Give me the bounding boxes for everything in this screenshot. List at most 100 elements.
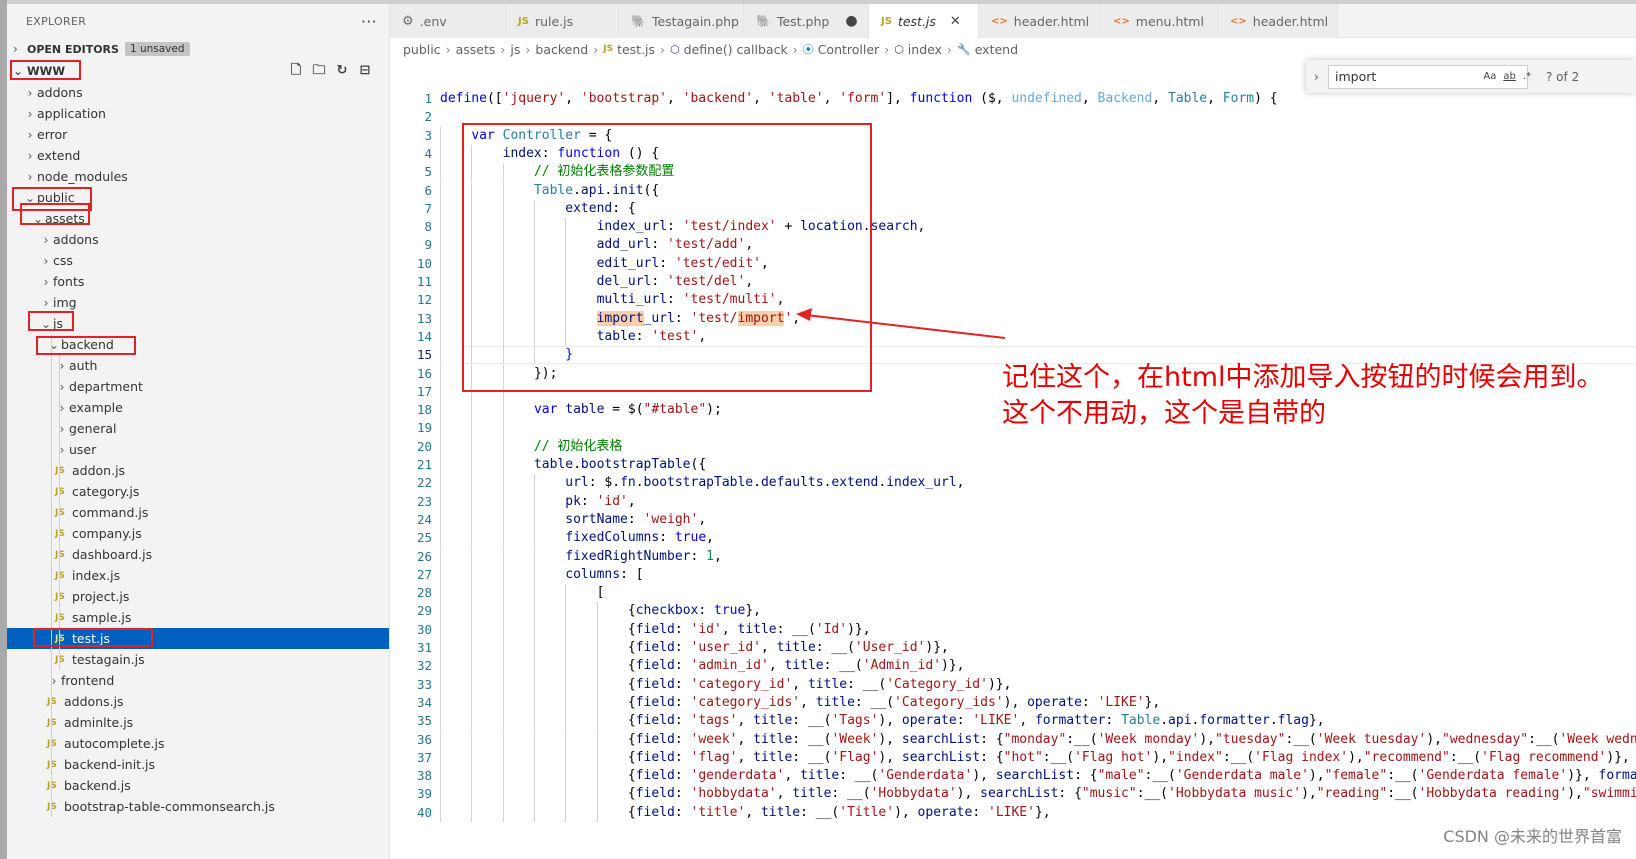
tree-folder[interactable]: › department bbox=[7, 376, 389, 397]
unsaved-dot-icon[interactable]: ● bbox=[845, 13, 857, 29]
code-line[interactable]: 31 {field: 'user_id', title: __('User_id'… bbox=[390, 639, 1636, 658]
tree-file[interactable]: JStest.js bbox=[7, 628, 389, 649]
editor-tab[interactable]: <> menu.html bbox=[1101, 4, 1218, 38]
code-line[interactable]: 2 bbox=[390, 108, 1636, 126]
code-line[interactable]: 12 multi_url: 'test/multi', bbox=[390, 291, 1636, 310]
tree-folder[interactable]: ⌄ backend bbox=[7, 334, 389, 355]
code-line[interactable]: 39 {field: 'hobbydata', title: __('Hobbyd… bbox=[390, 785, 1636, 804]
code-line[interactable]: 4 index: function () { bbox=[390, 144, 1636, 164]
tree-file[interactable]: JScommand.js bbox=[7, 502, 389, 523]
code-line[interactable]: 8 index_url: 'test/index' + location.sear… bbox=[390, 218, 1636, 237]
code-line[interactable]: 27 columns: [ bbox=[390, 565, 1636, 585]
tree-file[interactable]: JSbackend.js bbox=[7, 775, 389, 796]
tree-folder[interactable]: › fonts bbox=[7, 271, 389, 292]
code-line[interactable]: 25 fixedColumns: true, bbox=[390, 529, 1636, 548]
tree-folder[interactable]: › frontend bbox=[7, 670, 389, 691]
tree-file[interactable]: JSproject.js bbox=[7, 586, 389, 607]
breadcrumb-item[interactable]: test.js bbox=[617, 42, 655, 57]
tree-folder[interactable]: ⌄ assets bbox=[7, 208, 389, 229]
breadcrumb-item[interactable]: public bbox=[403, 42, 441, 57]
code-line[interactable]: 37 {field: 'flag', title: __('Flag'), sea… bbox=[390, 748, 1636, 768]
code-line[interactable]: 14 table: 'test', bbox=[390, 327, 1636, 347]
editor-tab[interactable]: 🐘 Testagain.php bbox=[619, 4, 744, 38]
find-input[interactable]: import Aa ab .* bbox=[1328, 64, 1531, 89]
tree-file[interactable]: JStestagain.js bbox=[7, 649, 389, 670]
tree-folder[interactable]: › application bbox=[7, 103, 389, 124]
tree-file[interactable]: JSaddons.js bbox=[7, 691, 389, 712]
code-line[interactable]: 3 var Controller = { bbox=[390, 126, 1636, 145]
tree-file[interactable]: JSsample.js bbox=[7, 607, 389, 628]
tree-folder[interactable]: › extend bbox=[7, 145, 389, 166]
editor-tab[interactable]: JS test.js ✕ bbox=[869, 4, 979, 38]
code-line[interactable]: 33 {field: 'category_id', title: __('Cate… bbox=[390, 675, 1636, 694]
code-line[interactable]: 13 import_url: 'test/import', bbox=[390, 309, 1636, 328]
editor-tab[interactable]: ⚙ .env bbox=[390, 4, 506, 38]
code-line[interactable]: 5 // 初始化表格参数配置 bbox=[390, 163, 1636, 182]
breadcrumb-item[interactable]: backend bbox=[535, 42, 588, 57]
tree-folder[interactable]: › node_modules bbox=[7, 166, 389, 187]
editor-tab[interactable]: <> header.html bbox=[979, 4, 1101, 38]
refresh-icon[interactable]: ↻ bbox=[334, 63, 350, 79]
code-line[interactable]: 7 extend: { bbox=[390, 199, 1636, 219]
breadcrumb-item[interactable]: index bbox=[908, 42, 942, 57]
tree-file[interactable]: JSadminlte.js bbox=[7, 712, 389, 733]
tree-folder[interactable]: › example bbox=[7, 397, 389, 418]
tree-folder[interactable]: › img bbox=[7, 292, 389, 313]
breadcrumb-item[interactable]: extend bbox=[975, 42, 1018, 57]
code-line[interactable]: 9 add_url: 'test/add', bbox=[390, 236, 1636, 255]
tree-folder[interactable]: ⌄ js bbox=[7, 313, 389, 334]
match-case-icon[interactable]: Aa bbox=[1483, 71, 1496, 82]
code-line[interactable]: 36 {field: 'week', title: __('Week'), sea… bbox=[390, 730, 1636, 749]
tree-file[interactable]: JSdashboard.js bbox=[7, 544, 389, 565]
code-line[interactable]: 38 {field: 'genderdata', title: __('Gende… bbox=[390, 767, 1636, 786]
tree-folder[interactable]: › error bbox=[7, 124, 389, 145]
editor-tab[interactable]: <> header.html bbox=[1218, 4, 1338, 38]
code-editor[interactable]: 1 define(['jquery', 'bootstrap', 'backend… bbox=[390, 88, 1636, 859]
match-whole-word-icon[interactable]: ab bbox=[1503, 71, 1515, 82]
code-line[interactable]: 10 edit_url: 'test/edit', bbox=[390, 254, 1636, 273]
code-line[interactable]: 23 pk: 'id', bbox=[390, 492, 1636, 511]
workspace-root[interactable]: ⌄ WWW 🗋 🗀 ↻ ⊟ bbox=[7, 60, 389, 82]
code-line[interactable]: 35 {field: 'tags', title: __('Tags'), ope… bbox=[390, 712, 1636, 731]
code-line[interactable]: 26 fixedRightNumber: 1, bbox=[390, 547, 1636, 566]
tree-folder[interactable]: › css bbox=[7, 250, 389, 271]
code-line[interactable]: 11 del_url: 'test/del', bbox=[390, 273, 1636, 292]
editor-tab[interactable]: 🐘 Test.php ● bbox=[744, 4, 869, 38]
code-line[interactable]: 20 // 初始化表格 bbox=[390, 437, 1636, 456]
close-tab-icon[interactable]: ✕ bbox=[950, 14, 961, 29]
code-line[interactable]: 21 table.bootstrapTable({ bbox=[390, 456, 1636, 475]
tree-file[interactable]: JScategory.js bbox=[7, 481, 389, 502]
code-line[interactable]: 24 sortName: 'weigh', bbox=[390, 510, 1636, 530]
tree-folder[interactable]: › user bbox=[7, 439, 389, 460]
tree-folder[interactable]: › general bbox=[7, 418, 389, 439]
tree-folder[interactable]: ⌄ public bbox=[7, 187, 389, 208]
open-editors-section[interactable]: › OPEN EDITORS 1 unsaved bbox=[7, 38, 389, 60]
code-line[interactable]: 6 Table.api.init({ bbox=[390, 181, 1636, 200]
code-line[interactable]: 28 [ bbox=[390, 584, 1636, 603]
editor-tab[interactable]: JS rule.js bbox=[506, 4, 619, 38]
breadcrumb-item[interactable]: assets bbox=[456, 42, 496, 57]
tree-file[interactable]: JSaddon.js bbox=[7, 460, 389, 481]
tree-file[interactable]: JSbootstrap-table-commonsearch.js bbox=[7, 796, 389, 817]
tree-file[interactable]: JSbackend-init.js bbox=[7, 754, 389, 775]
tree-file[interactable]: JSautocomplete.js bbox=[7, 733, 389, 754]
toggle-replace-icon[interactable]: › bbox=[1314, 70, 1328, 84]
new-file-icon[interactable]: 🗋 bbox=[288, 63, 304, 79]
code-line[interactable]: 30 {field: 'id', title: __('Id')}, bbox=[390, 620, 1636, 639]
code-line[interactable]: 40 {field: 'title', title: __('Title'), o… bbox=[390, 803, 1636, 822]
code-line[interactable]: 22 url: $.fn.bootstrapTable.defaults.exte… bbox=[390, 474, 1636, 493]
collapse-all-icon[interactable]: ⊟ bbox=[357, 63, 373, 79]
tree-file[interactable]: JScompany.js bbox=[7, 523, 389, 544]
more-actions-icon[interactable]: ··· bbox=[361, 12, 377, 31]
tree-folder[interactable]: › addons bbox=[7, 82, 389, 103]
breadcrumb-item[interactable]: Controller bbox=[818, 42, 880, 57]
tree-file[interactable]: JSindex.js bbox=[7, 565, 389, 586]
tree-folder[interactable]: › addons bbox=[7, 229, 389, 250]
code-line[interactable]: 29 {checkbox: true}, bbox=[390, 602, 1636, 621]
code-line[interactable]: 34 {field: 'category_ids', title: __('Cat… bbox=[390, 693, 1636, 713]
tree-folder[interactable]: › auth bbox=[7, 355, 389, 376]
breadcrumb-item[interactable]: js bbox=[510, 42, 520, 57]
new-folder-icon[interactable]: 🗀 bbox=[311, 63, 327, 79]
regex-icon[interactable]: .* bbox=[1523, 71, 1531, 82]
breadcrumb-item[interactable]: define() callback bbox=[684, 42, 788, 57]
